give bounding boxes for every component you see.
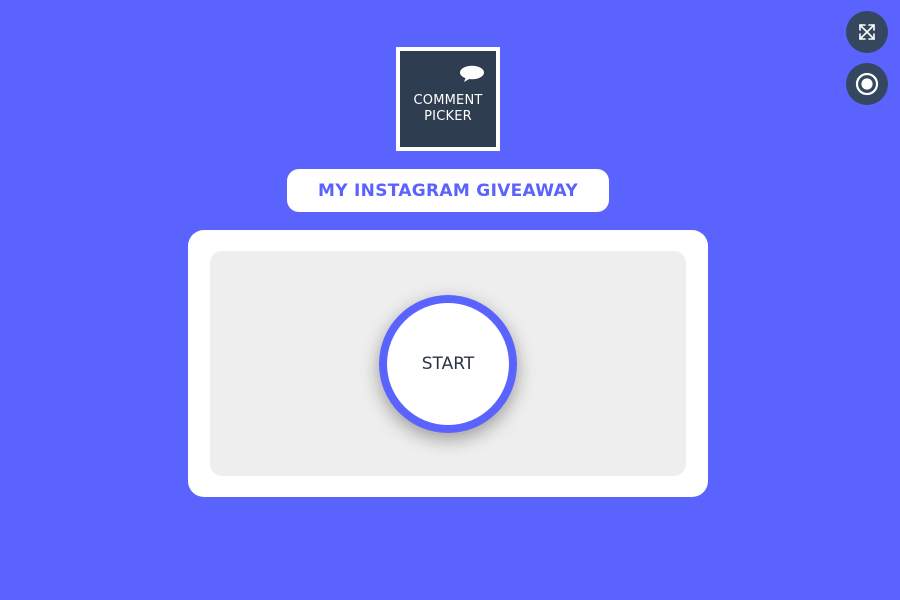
record-icon [855,72,879,96]
speech-bubble-icon [459,65,485,87]
logo-text-line1: COMMENT [413,93,483,108]
start-button-label: START [387,303,509,425]
comment-picker-logo: COMMENT PICKER [396,47,500,151]
record-button[interactable] [846,63,888,105]
picker-card: START [188,230,708,497]
fullscreen-expand-icon [856,21,878,43]
app-stage: COMMENT PICKER MY INSTAGRAM GIVEAWAY STA… [0,0,900,600]
start-button[interactable]: START [379,295,517,433]
logo-text-line2: PICKER [424,109,472,124]
picker-area: START [210,251,686,476]
giveaway-title: MY INSTAGRAM GIVEAWAY [287,169,609,212]
fullscreen-button[interactable] [846,11,888,53]
